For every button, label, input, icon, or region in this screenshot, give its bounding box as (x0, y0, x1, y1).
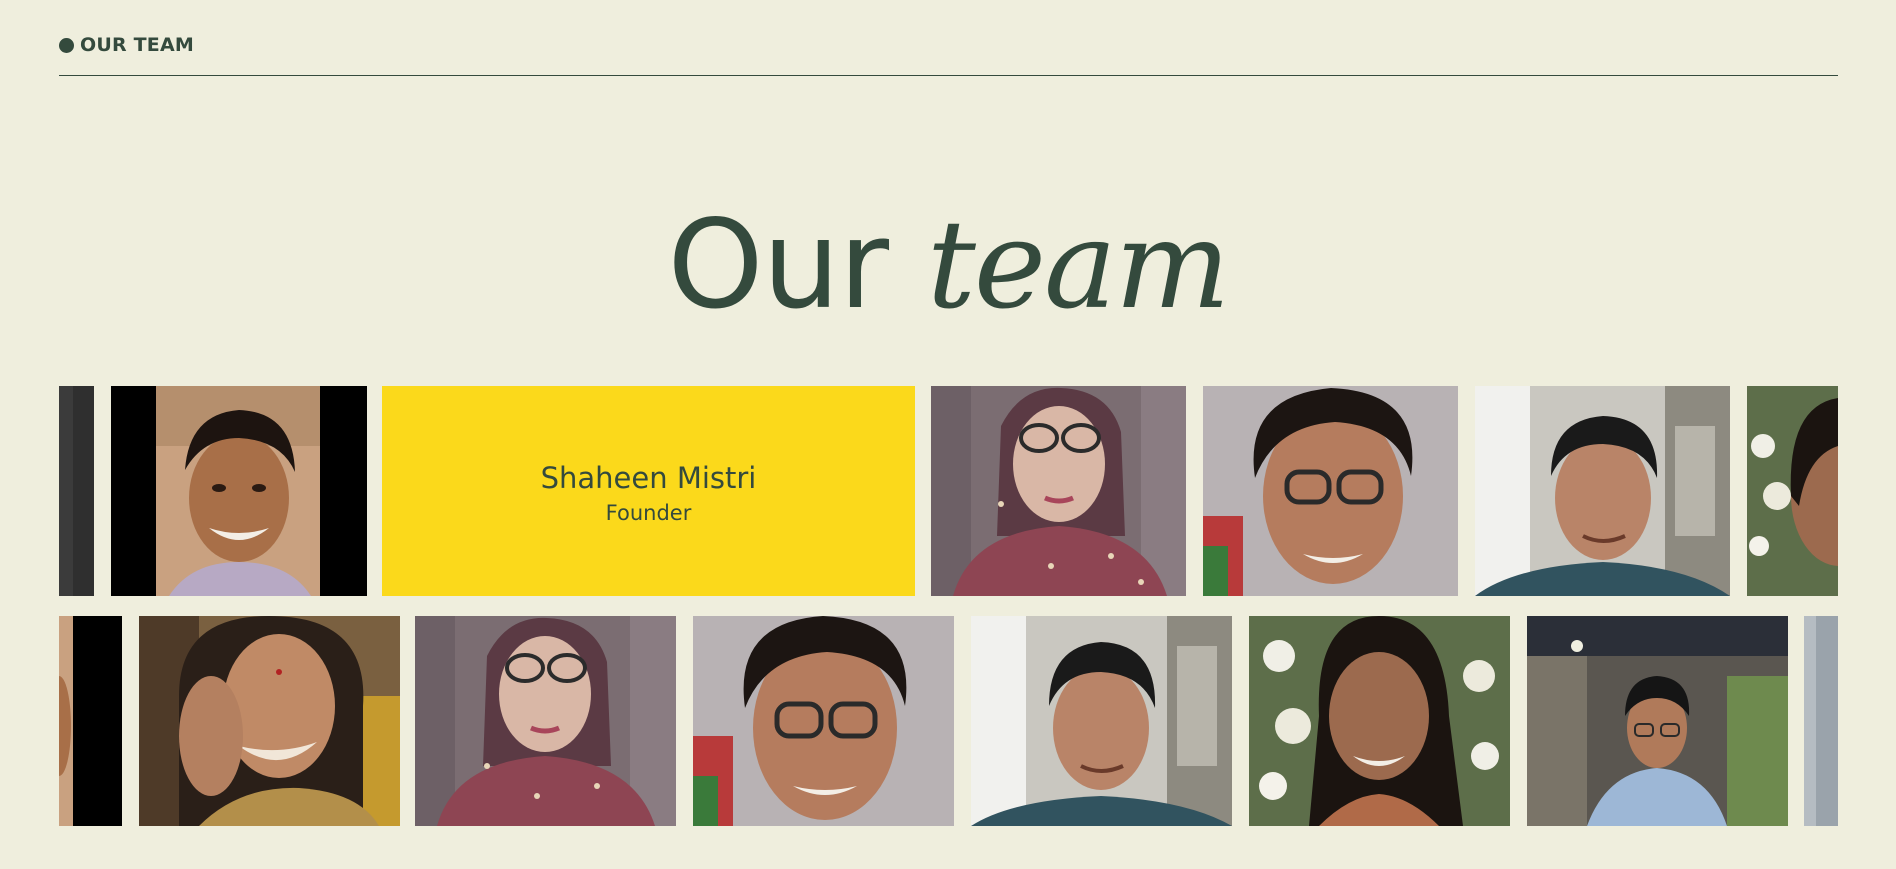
featured-member-card[interactable]: Shaheen Mistri Founder (382, 386, 915, 596)
team-member-photo[interactable] (693, 616, 954, 826)
section-label-text: OUR TEAM (80, 34, 194, 56)
team-member-photo[interactable] (1747, 386, 1838, 596)
team-member-photo[interactable] (931, 386, 1186, 596)
team-member-photo[interactable] (59, 616, 122, 826)
team-gallery-row-1: Shaheen Mistri Founder (59, 386, 1838, 596)
team-member-photo[interactable] (1527, 616, 1788, 826)
bullet-dot-icon (59, 37, 74, 53)
team-member-photo[interactable] (415, 616, 676, 826)
featured-member-role: Founder (605, 501, 692, 525)
team-member-photo[interactable] (1475, 386, 1730, 596)
heading-italic-word: team (926, 194, 1231, 336)
team-member-photo[interactable] (1804, 616, 1838, 826)
team-member-photo[interactable] (1203, 386, 1458, 596)
header-divider (59, 75, 1838, 76)
featured-member-name: Shaheen Mistri (540, 461, 757, 495)
heading-regular-word: Our (667, 194, 890, 336)
section-label: OUR TEAM (59, 33, 194, 57)
team-member-photo[interactable] (111, 386, 367, 596)
team-member-photo[interactable] (59, 386, 94, 596)
team-member-photo[interactable] (1249, 616, 1510, 826)
team-gallery-row-2 (59, 616, 1838, 826)
page-heading: Our team (0, 190, 1896, 340)
team-member-photo[interactable] (139, 616, 400, 826)
team-member-photo[interactable] (971, 616, 1232, 826)
